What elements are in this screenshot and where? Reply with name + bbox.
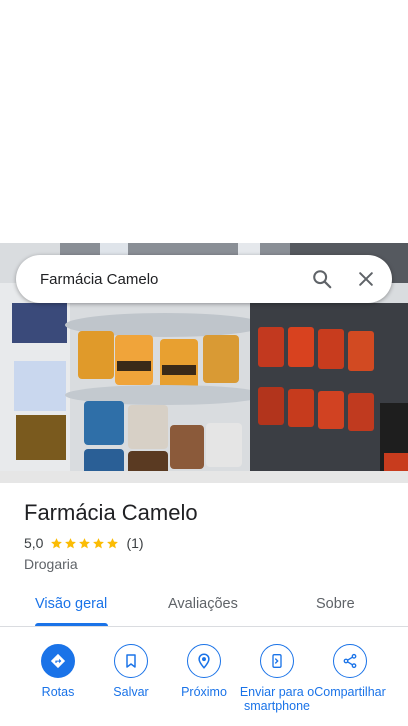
place-category[interactable]: Drogaria [24,556,78,572]
place-tabs: Visão geral Avaliações Sobre [0,585,408,627]
directions-label: Rotas [41,685,75,699]
nearby-button[interactable]: Próximo [166,644,242,699]
rating-stars [50,537,120,550]
tab-about[interactable]: Sobre [316,596,355,612]
action-bar: Rotas Salvar Próximo Enviar para o smart… [0,644,408,726]
close-icon[interactable] [348,261,384,297]
star-icon [65,537,77,548]
save-button[interactable]: Salvar [93,644,169,699]
nearby-icon[interactable] [187,644,221,678]
rating-value: 5,0 [24,535,44,551]
search-bar[interactable]: Farmácia Camelo [16,255,392,303]
share-button[interactable]: Compartilhar [312,644,388,699]
rating-row[interactable]: 5,0 (1) [24,535,144,551]
star-icon [51,537,63,548]
star-icon [107,537,119,548]
share-icon[interactable] [333,644,367,678]
search-icon[interactable] [304,261,340,297]
search-input[interactable]: Farmácia Camelo [40,271,304,288]
star-icon [79,537,91,548]
review-count[interactable]: (1) [126,535,143,551]
bookmark-icon[interactable] [114,644,148,678]
directions-icon[interactable] [41,644,75,678]
send-to-phone-icon[interactable] [260,644,294,678]
place-title: Farmácia Camelo [24,500,198,525]
tab-indicator [35,623,108,626]
save-label: Salvar [113,685,149,699]
share-label: Compartilhar [314,685,386,699]
send-to-phone-button[interactable]: Enviar para o smartphone [239,644,315,713]
directions-button[interactable]: Rotas [20,644,96,699]
tab-reviews[interactable]: Avaliações [168,596,238,612]
nearby-label: Próximo [181,685,227,699]
tab-overview[interactable]: Visão geral [35,596,107,612]
star-icon [93,537,105,548]
send-to-phone-label: Enviar para o smartphone [239,685,315,713]
